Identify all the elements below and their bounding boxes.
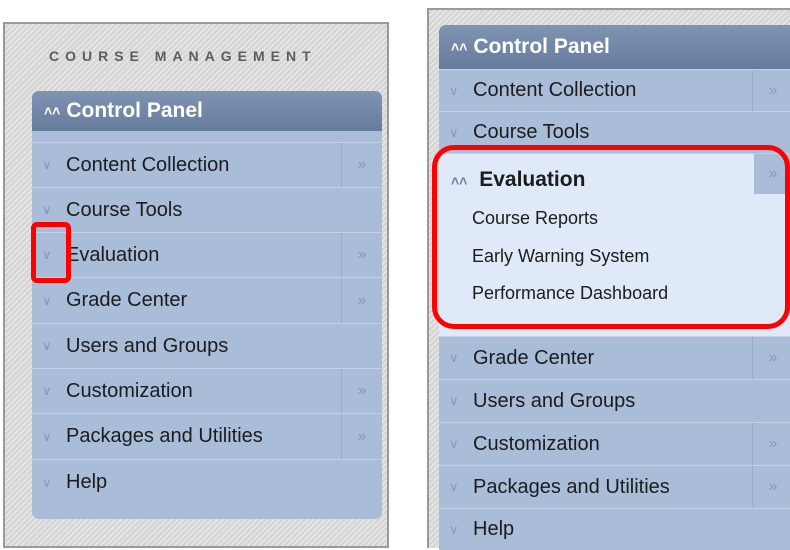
chevron-down-double-icon: ∨ (42, 157, 52, 172)
menu-item-content-collection[interactable]: ∨ Content Collection » (32, 142, 382, 187)
menu-item-users-and-groups[interactable]: ∨ Users and Groups (439, 379, 790, 422)
menu-item-course-tools[interactable]: ∨ Course Tools (439, 111, 790, 153)
menu-item-label: Customization (473, 432, 600, 455)
chevron-down-double-icon: ∨ (449, 521, 459, 537)
double-arrow-right-icon[interactable]: » (752, 466, 790, 508)
double-arrow-right-icon[interactable]: » (341, 143, 382, 187)
control-panel-expanded-view: ˄˄ Control Panel ∨ Content Collection » … (427, 8, 790, 550)
double-arrow-right-icon[interactable]: » (341, 278, 382, 323)
menu-item-label: Content Collection (473, 79, 637, 101)
evaluation-header-label: Evaluation (479, 168, 586, 191)
course-management-panel: COURSE MANAGEMENT ˄˄ Control Panel ∨ Con… (3, 22, 389, 548)
control-panel-header-label: Control Panel (473, 35, 610, 58)
chevron-down-double-icon: ∨ (42, 338, 52, 353)
menu-item-label: Evaluation (66, 243, 160, 266)
menu-item-packages-and-utilities[interactable]: ∨ Packages and Utilities » (32, 413, 382, 459)
evaluation-expanded-section: ˄˄ Evaluation » Course Reports Early War… (439, 153, 790, 336)
menu-item-grade-center[interactable]: ∨ Grade Center » (32, 277, 382, 323)
menu-item-label: Grade Center (66, 289, 188, 311)
chevron-down-double-icon: ∨ (42, 292, 52, 308)
menu-item-users-and-groups[interactable]: ∨ Users and Groups (32, 323, 382, 368)
menu-item-label: Users and Groups (66, 334, 229, 357)
control-panel-header-label: Control Panel (66, 99, 203, 122)
chevron-down-double-icon: ∨ (42, 383, 52, 398)
menu-item-help[interactable]: ∨ Help (439, 508, 790, 550)
double-arrow-right-icon[interactable]: » (341, 369, 382, 413)
double-arrow-right-icon[interactable]: » (752, 337, 790, 379)
submenu-link-course-reports[interactable]: Course Reports (472, 208, 598, 229)
menu-item-label: Course Tools (66, 198, 183, 221)
menu-item-label: Content Collection (66, 153, 230, 176)
menu-item-customization[interactable]: ∨ Customization » (32, 368, 382, 413)
double-arrow-right-icon[interactable]: » (752, 423, 790, 465)
menu-item-course-tools[interactable]: ∨ Course Tools (32, 187, 382, 232)
double-arrow-right-icon[interactable]: » (754, 154, 790, 194)
menu-item-label: Users and Groups (473, 389, 636, 412)
evaluation-header[interactable]: ˄˄ Evaluation (451, 168, 585, 192)
menu-item-label: Help (66, 471, 108, 493)
submenu-link-early-warning-system[interactable]: Early Warning System (472, 246, 649, 267)
menu-item-label: Course Tools (473, 121, 590, 143)
chevron-down-double-icon: ∨ (449, 479, 459, 494)
chevron-down-double-icon: ∨ (449, 350, 459, 365)
menu-item-label: Grade Center (473, 346, 595, 369)
course-management-title: COURSE MANAGEMENT (49, 48, 317, 64)
double-arrow-right-icon[interactable]: » (341, 233, 382, 277)
menu-item-content-collection[interactable]: ∨ Content Collection » (439, 69, 790, 111)
double-arrow-right-icon[interactable]: » (341, 414, 382, 459)
submenu-link-performance-dashboard[interactable]: Performance Dashboard (472, 283, 668, 304)
menu-item-customization[interactable]: ∨ Customization » (439, 422, 790, 465)
chevron-down-double-icon: ∨ (42, 474, 52, 490)
chevron-down-double-icon[interactable]: ∨ (42, 247, 60, 263)
chevron-down-double-icon: ∨ (449, 393, 459, 408)
menu-item-grade-center[interactable]: ∨ Grade Center » (439, 336, 790, 379)
chevron-down-double-icon: ∨ (42, 202, 52, 217)
control-panel-header[interactable]: ˄˄ Control Panel (32, 91, 382, 131)
chevron-down-double-icon: ∨ (449, 82, 459, 98)
control-panel-header[interactable]: ˄˄ Control Panel (439, 25, 790, 69)
chevron-down-double-icon: ∨ (449, 124, 459, 140)
chevron-down-double-icon: ∨ (42, 428, 52, 444)
menu-item-label: Packages and Utilities (473, 475, 670, 498)
menu-item-label: Packages and Utilities (66, 425, 263, 447)
menu-item-evaluation[interactable]: ∨ Evaluation » (32, 232, 382, 277)
menu-item-help[interactable]: ∨ Help (32, 459, 382, 505)
menu-item-label: Customization (66, 379, 193, 402)
control-panel-menu: ˄˄ Control Panel ∨ Content Collection » … (439, 25, 790, 550)
chevron-up-double-icon: ˄˄ (451, 173, 468, 189)
chevron-down-double-icon: ∨ (449, 436, 459, 451)
menu-item-label: Help (473, 518, 515, 540)
chevron-up-double-icon: ˄˄ (44, 103, 61, 119)
chevron-up-double-icon: ˄˄ (451, 39, 468, 55)
double-arrow-right-icon[interactable]: » (752, 70, 790, 111)
control-panel-menu: ˄˄ Control Panel ∨ Content Collection » … (32, 91, 382, 519)
menu-item-packages-and-utilities[interactable]: ∨ Packages and Utilities » (439, 465, 790, 508)
